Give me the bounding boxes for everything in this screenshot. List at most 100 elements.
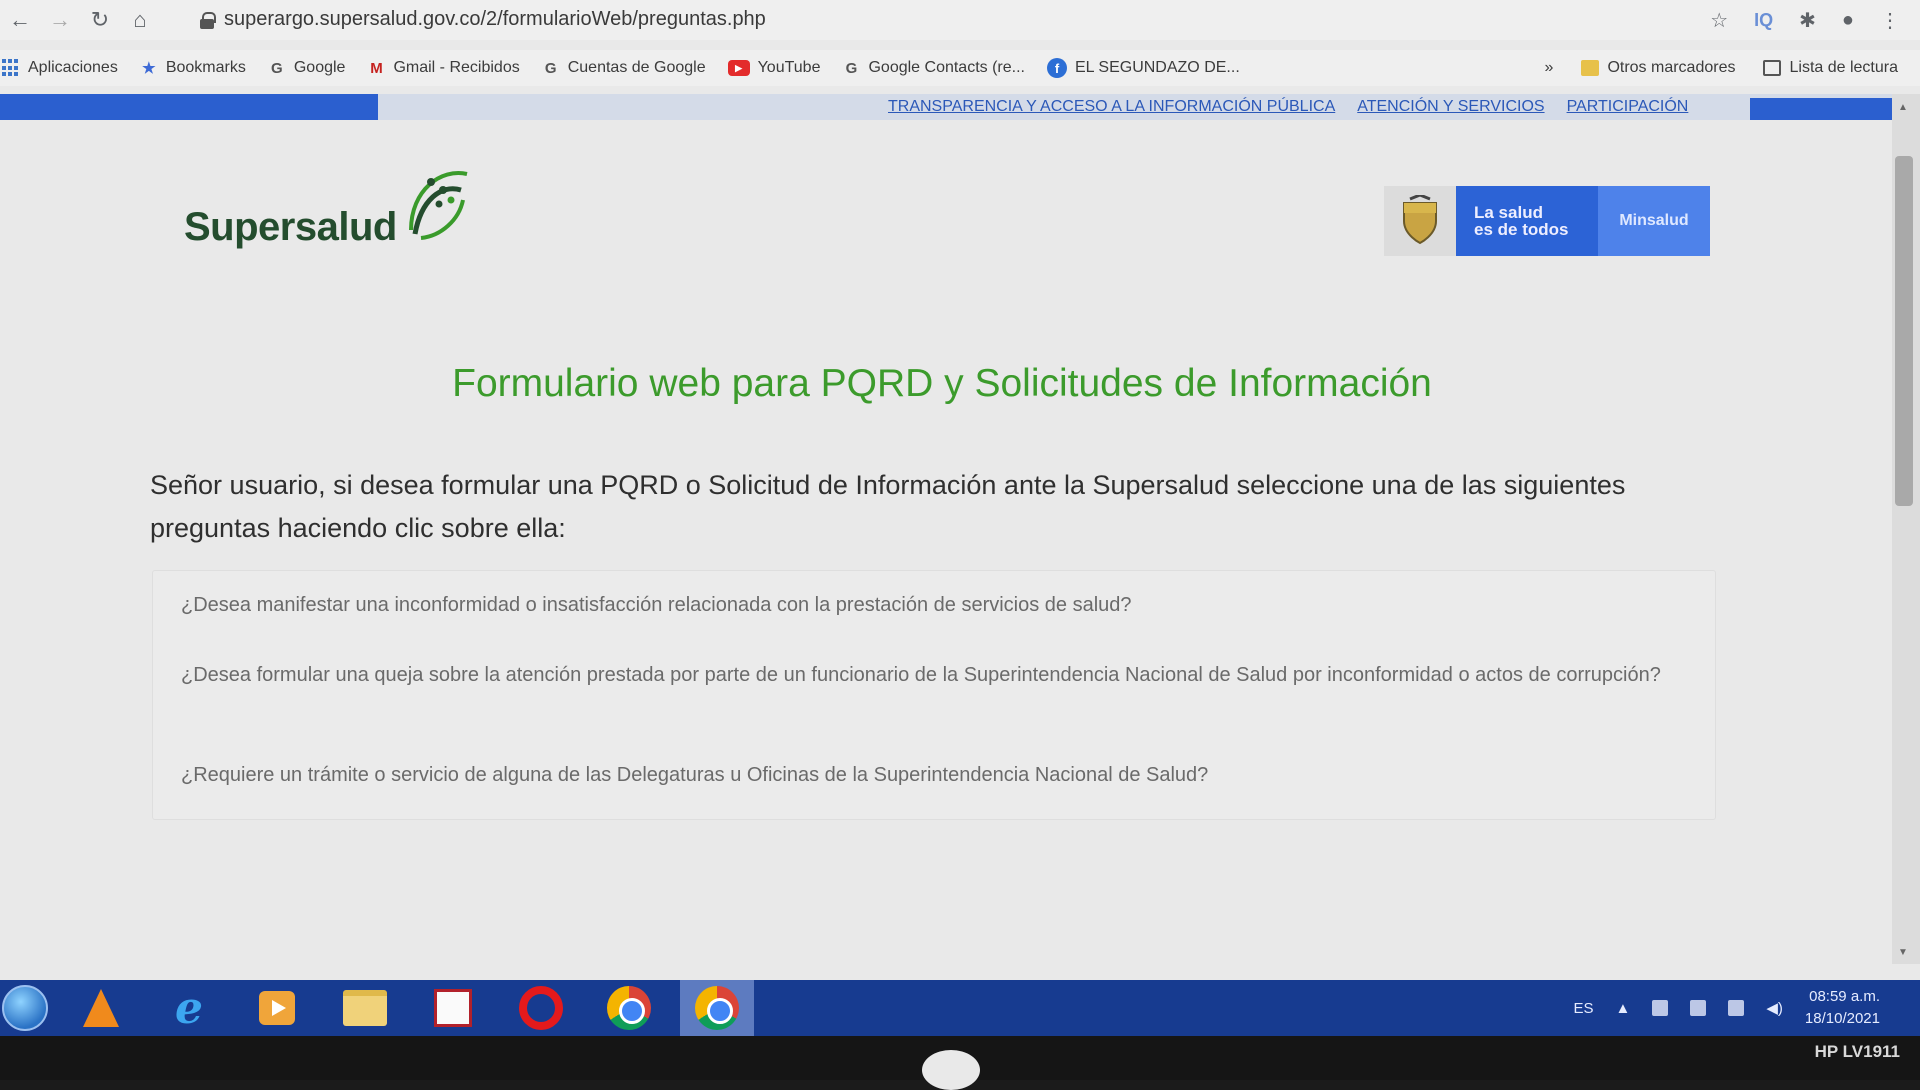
- iq-extension-icon[interactable]: IQ: [1754, 10, 1773, 31]
- bookmark-label: Google Contacts (re...: [868, 59, 1025, 76]
- hp-logo-icon: [922, 1050, 980, 1090]
- language-indicator[interactable]: ES: [1574, 1000, 1594, 1017]
- profile-icon[interactable]: ●: [1842, 9, 1854, 32]
- media-player-icon: [259, 991, 295, 1025]
- nav-bar-accent: [0, 94, 378, 120]
- clock-time: 08:59 a.m.: [1809, 988, 1880, 1005]
- bookmark-label: EL SEGUNDAZO DE...: [1074, 59, 1240, 76]
- slogan-line2: es de todos: [1474, 220, 1569, 239]
- back-icon[interactable]: ←: [0, 0, 40, 40]
- bookmark-label: YouTube: [757, 59, 821, 76]
- question-link-inconformidad[interactable]: ¿Desea manifestar una inconformidad o in…: [181, 587, 1681, 623]
- taskbar-internet-explorer[interactable]: e: [152, 980, 226, 1036]
- page-title: Formulario web para PQRD y Solicitudes d…: [452, 362, 1432, 405]
- tray-overflow-icon[interactable]: ▲: [1616, 1000, 1631, 1017]
- chart-app-icon: [434, 989, 472, 1027]
- question-link-queja[interactable]: ¿Desea formular una queja sobre la atenc…: [181, 657, 1681, 693]
- bookmark-youtube[interactable]: ▶ YouTube: [727, 59, 821, 77]
- page-scrollbar[interactable]: ▲ ▼: [1892, 94, 1920, 964]
- google-icon: G: [271, 59, 283, 77]
- nav-link-participacion[interactable]: PARTICIPACIÓN: [1567, 98, 1689, 116]
- extensions-puzzle-icon[interactable]: ✱: [1799, 8, 1816, 33]
- google-icon: G: [544, 59, 557, 77]
- other-bookmarks[interactable]: Otros marcadores: [1581, 59, 1735, 77]
- star-icon: ★: [142, 60, 156, 77]
- intro-text: Señor usuario, si desea formular una PQR…: [150, 470, 1626, 543]
- nav-links: TRANSPARENCIA Y ACCESO A LA INFORMACIÓN …: [888, 98, 1688, 116]
- facebook-icon: f: [1046, 58, 1067, 78]
- apps-grid-icon: [2, 59, 20, 77]
- taskbar-chrome[interactable]: [592, 980, 666, 1036]
- slogan-line1: La salud: [1474, 203, 1543, 222]
- logo-swirl-icon: [408, 171, 468, 240]
- bookmark-label: Bookmarks: [165, 59, 246, 76]
- opera-icon: [519, 986, 563, 1030]
- browser-actions: ☆ IQ ✱ ● ⋮: [1710, 8, 1900, 33]
- google-icon: G: [845, 59, 858, 77]
- bookmark-apps[interactable]: Aplicaciones: [2, 59, 118, 77]
- government-badge: La salud es de todos Minsalud: [1384, 186, 1710, 256]
- supersalud-logo[interactable]: Supersalud: [184, 160, 471, 250]
- system-tray: ES ▲ ◀) 08:59 a.m. 18/10/2021: [1574, 980, 1880, 1036]
- bookmark-label: Aplicaciones: [28, 59, 118, 76]
- nav-link-transparencia[interactable]: TRANSPARENCIA Y ACCESO A LA INFORMACIÓN …: [888, 98, 1335, 116]
- reading-list[interactable]: Lista de lectura: [1763, 59, 1898, 77]
- other-bookmarks-label: Otros marcadores: [1607, 59, 1736, 76]
- bookmark-label: Cuentas de Google: [567, 59, 706, 76]
- browser-toolbar: ← → ↻ ⌂ superargo.supersalud.gov.co/2/fo…: [0, 0, 1920, 40]
- taskbar-chart-app[interactable]: [416, 980, 490, 1036]
- internet-explorer-icon: e: [175, 982, 203, 1034]
- forward-icon[interactable]: →: [40, 0, 80, 40]
- bookmarks-overflow-icon[interactable]: »: [1545, 59, 1554, 77]
- gmail-icon: M: [370, 59, 383, 77]
- site-top-nav: TRANSPARENCIA Y ACCESO A LA INFORMACIÓN …: [0, 94, 1892, 120]
- scroll-down-icon[interactable]: ▼: [1898, 947, 1908, 958]
- reload-icon[interactable]: ↻: [80, 0, 120, 40]
- youtube-icon: ▶: [727, 60, 750, 76]
- reading-list-icon: [1763, 60, 1782, 76]
- bookmark-google-accounts[interactable]: G Cuentas de Google: [542, 59, 706, 77]
- bookmark-google[interactable]: G Google: [268, 59, 346, 77]
- bookmark-star-icon[interactable]: ☆: [1710, 8, 1728, 33]
- bookmark-google-contacts[interactable]: G Google Contacts (re...: [842, 59, 1025, 77]
- bookmarks-right: » Otros marcadores Lista de lectura: [1545, 59, 1898, 77]
- nav-bar-accent: [1750, 98, 1892, 120]
- scroll-up-icon[interactable]: ▲: [1898, 102, 1908, 113]
- display-icon[interactable]: [1728, 1000, 1745, 1016]
- bookmark-segundazo[interactable]: f EL SEGUNDAZO DE...: [1046, 58, 1240, 78]
- menu-kebab-icon[interactable]: ⋮: [1880, 8, 1900, 33]
- reading-list-label: Lista de lectura: [1789, 59, 1898, 76]
- bookmark-label: Google: [293, 59, 346, 76]
- clock-date: 18/10/2021: [1804, 1010, 1880, 1027]
- url-text: superargo.supersalud.gov.co/2/formulario…: [224, 8, 766, 30]
- folder-icon: [1581, 60, 1600, 76]
- taskbar-vlc[interactable]: [64, 980, 138, 1036]
- taskbar-opera[interactable]: [504, 980, 578, 1036]
- taskbar-file-explorer[interactable]: [328, 980, 402, 1036]
- file-explorer-icon: [343, 990, 387, 1026]
- action-center-flag-icon[interactable]: [1690, 1000, 1707, 1016]
- monitor-bezel: HP LV1911: [0, 1036, 1920, 1090]
- bookmark-bookmarks[interactable]: ★ Bookmarks: [140, 59, 246, 77]
- taskbar-media-player[interactable]: [240, 980, 314, 1036]
- network-sync-icon[interactable]: [1652, 1000, 1669, 1016]
- home-icon[interactable]: ⌂: [120, 0, 160, 40]
- volume-icon[interactable]: ◀): [1766, 999, 1783, 1017]
- vlc-icon: [83, 989, 119, 1027]
- slogan-block: La salud es de todos: [1456, 186, 1598, 256]
- bookmark-gmail[interactable]: M Gmail - Recibidos: [367, 59, 520, 77]
- windows-start-icon: [2, 985, 48, 1031]
- address-bar[interactable]: superargo.supersalud.gov.co/2/formulario…: [200, 8, 766, 31]
- clock[interactable]: 08:59 a.m. 18/10/2021: [1805, 986, 1880, 1030]
- monitor-model: HP LV1911: [1814, 1042, 1900, 1061]
- start-button[interactable]: [0, 980, 50, 1036]
- minsalud-label[interactable]: Minsalud: [1598, 186, 1710, 256]
- nav-link-atencion[interactable]: ATENCIÓN Y SERVICIOS: [1357, 98, 1544, 116]
- questions-panel: ¿Desea manifestar una inconformidad o in…: [152, 570, 1716, 820]
- scroll-thumb[interactable]: [1895, 156, 1913, 506]
- question-link-tramite[interactable]: ¿Requiere un trámite o servicio de algun…: [181, 757, 1681, 793]
- taskbar-chrome-profile[interactable]: [680, 980, 754, 1036]
- lock-icon: [200, 11, 216, 29]
- chrome-icon: [607, 986, 651, 1030]
- screen: ← → ↻ ⌂ superargo.supersalud.gov.co/2/fo…: [0, 0, 1920, 1036]
